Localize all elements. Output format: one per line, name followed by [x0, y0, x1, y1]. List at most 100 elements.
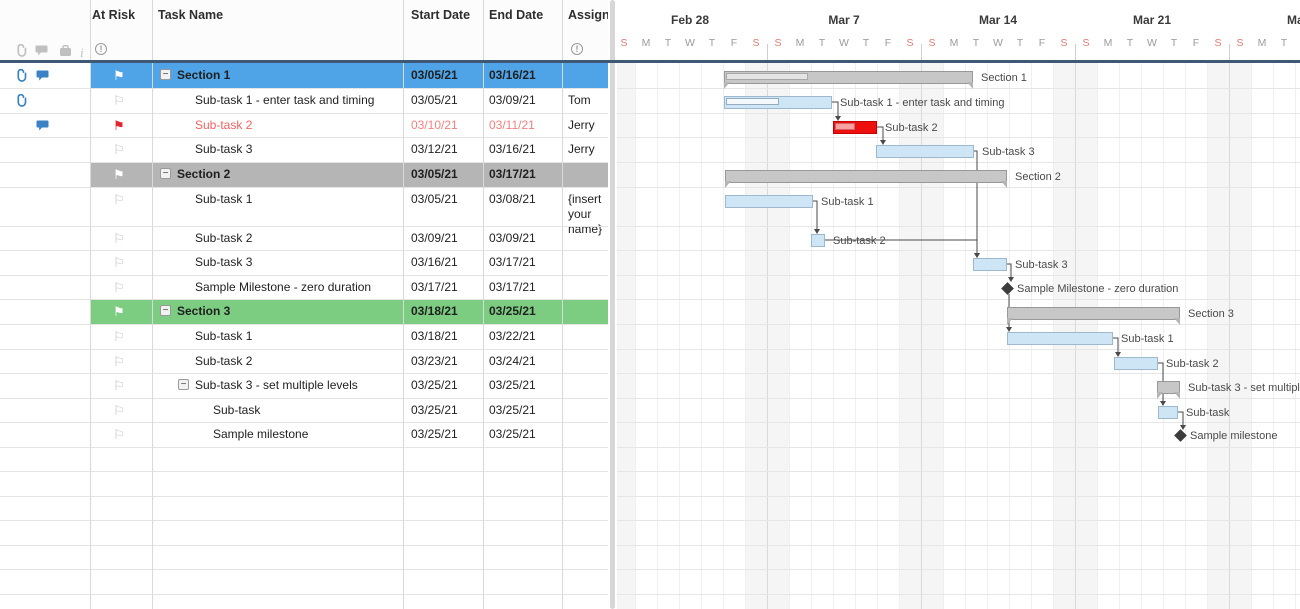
end-date-cell[interactable]: 03/08/21	[489, 192, 555, 206]
collapse-toggle[interactable]: −	[160, 305, 171, 316]
at-risk-flag-icon[interactable]: ⚑	[113, 69, 125, 82]
task-name-cell[interactable]: Sub-task 2	[195, 231, 400, 245]
empty-table-row[interactable]	[0, 594, 608, 609]
gantt-bar[interactable]	[1007, 307, 1180, 320]
assigned-cell[interactable]: Tom	[568, 93, 608, 108]
end-date-cell[interactable]: 03/09/21	[489, 93, 555, 107]
at-risk-flag-icon[interactable]: ⚐	[113, 404, 125, 417]
assigned-cell[interactable]: Jerry	[568, 142, 608, 157]
at-risk-flag-icon[interactable]: ⚐	[113, 330, 125, 343]
task-name-cell[interactable]: Sub-task	[213, 403, 400, 417]
column-header-task-name[interactable]: Task Name	[158, 8, 398, 22]
end-date-cell[interactable]: 03/24/21	[489, 354, 555, 368]
table-row[interactable]: ⚐ Sub-task 2 03/09/21 03/09/21	[0, 226, 608, 250]
task-name-cell[interactable]: Sub-task 1 - enter task and timing	[195, 93, 400, 107]
gantt-bar[interactable]	[1007, 332, 1113, 345]
table-row[interactable]: ⚐Sub-task03/25/2103/25/21	[0, 398, 608, 422]
start-date-cell[interactable]: 03/25/21	[411, 403, 477, 417]
at-risk-flag-icon[interactable]: ⚑	[113, 119, 125, 132]
gantt-bar[interactable]	[1158, 406, 1178, 419]
end-date-cell[interactable]: 03/17/21	[489, 167, 555, 181]
end-date-cell[interactable]: 03/25/21	[489, 427, 555, 441]
end-date-cell[interactable]: 03/17/21	[489, 255, 555, 269]
panel-splitter[interactable]	[608, 0, 617, 609]
table-row[interactable]: ⚐Sub-task 303/12/2103/16/21Jerry	[0, 137, 608, 162]
start-date-cell[interactable]: 03/05/21	[411, 93, 477, 107]
gantt-bar[interactable]	[724, 96, 832, 109]
comment-icon[interactable]	[36, 119, 49, 137]
empty-table-row[interactable]	[0, 447, 608, 471]
end-date-cell[interactable]: 03/11/21	[489, 118, 555, 132]
empty-table-row[interactable]	[0, 471, 608, 496]
at-risk-flag-icon[interactable]: ⚐	[113, 256, 125, 269]
gantt-bar[interactable]	[725, 195, 813, 208]
table-row[interactable]: ⚐ Sub-task 3 03/16/21 03/17/21	[0, 250, 608, 275]
table-row[interactable]: ⚑−Section 103/05/2103/16/21	[0, 63, 608, 88]
column-header-at-risk[interactable]: At Risk	[92, 8, 150, 23]
splitter-handle[interactable]	[610, 0, 615, 609]
table-row[interactable]: ⚐Sample milestone03/25/2103/25/21	[0, 422, 608, 447]
task-name-cell[interactable]: Sub-task 2	[195, 354, 400, 368]
gantt-timeline-header[interactable]: Feb 28Mar 7Mar 14Mar 21Mar 28SMTWTFSSMTW…	[617, 0, 1300, 63]
start-date-cell[interactable]: 03/18/21	[411, 304, 477, 318]
attachment-icon[interactable]	[14, 94, 27, 113]
task-name-cell[interactable]: Section 3	[177, 304, 400, 318]
gantt-bar[interactable]	[876, 145, 974, 158]
empty-table-row[interactable]	[0, 569, 608, 594]
start-date-cell[interactable]: 03/05/21	[411, 167, 477, 181]
column-header-start-date[interactable]: Start Date	[411, 8, 481, 22]
comment-icon[interactable]	[36, 69, 49, 87]
start-date-cell[interactable]: 03/17/21	[411, 280, 477, 294]
end-date-cell[interactable]: 03/25/21	[489, 378, 555, 392]
start-date-cell[interactable]: 03/05/21	[411, 68, 477, 82]
at-risk-flag-icon[interactable]: ⚐	[113, 143, 125, 156]
gantt-bar[interactable]	[811, 234, 825, 247]
at-risk-flag-icon[interactable]: ⚑	[113, 168, 125, 181]
task-name-cell[interactable]: Sub-task 1	[195, 192, 400, 206]
task-name-cell[interactable]: Sub-task 3 - set multiple levels	[195, 378, 400, 392]
start-date-cell[interactable]: 03/16/21	[411, 255, 477, 269]
task-name-cell[interactable]: Sub-task 3	[195, 142, 400, 156]
end-date-cell[interactable]: 03/25/21	[489, 304, 555, 318]
collapse-toggle[interactable]: −	[160, 69, 171, 80]
at-risk-flag-icon[interactable]: ⚑	[113, 305, 125, 318]
empty-table-row[interactable]	[0, 496, 608, 520]
end-date-cell[interactable]: 03/16/21	[489, 68, 555, 82]
task-name-cell[interactable]: Sample Milestone - zero duration	[195, 280, 400, 294]
gantt-bar[interactable]	[1114, 357, 1158, 370]
start-date-cell[interactable]: 03/25/21	[411, 378, 477, 392]
at-risk-flag-icon[interactable]: ⚐	[113, 379, 125, 392]
table-row[interactable]: ⚑Sub-task 203/10/2103/11/21Jerry	[0, 113, 608, 137]
collapse-toggle[interactable]: −	[160, 168, 171, 179]
empty-table-row[interactable]	[0, 520, 608, 545]
empty-table-row[interactable]	[0, 545, 608, 569]
table-row[interactable]: ⚐Sub-task 103/18/2103/22/21	[0, 324, 608, 349]
start-date-cell[interactable]: 03/18/21	[411, 329, 477, 343]
gantt-bar[interactable]	[1157, 381, 1180, 394]
end-date-cell[interactable]: 03/22/21	[489, 329, 555, 343]
task-name-cell[interactable]: Section 2	[177, 167, 400, 181]
end-date-cell[interactable]: 03/16/21	[489, 142, 555, 156]
column-header-assigned[interactable]: Assigned	[568, 8, 608, 22]
at-risk-flag-icon[interactable]: ⚐	[113, 193, 125, 206]
start-date-cell[interactable]: 03/23/21	[411, 354, 477, 368]
start-date-cell[interactable]: 03/10/21	[411, 118, 477, 132]
start-date-cell[interactable]: 03/25/21	[411, 427, 477, 441]
task-name-cell[interactable]: Sub-task 3	[195, 255, 400, 269]
table-row[interactable]: ⚐Sample Milestone - zero duration03/17/2…	[0, 275, 608, 299]
at-risk-flag-icon[interactable]: ⚐	[113, 428, 125, 441]
column-header-end-date[interactable]: End Date	[489, 8, 559, 22]
at-risk-flag-icon[interactable]: ⚐	[113, 355, 125, 368]
gantt-bar[interactable]	[724, 71, 973, 84]
table-row[interactable]: ⚑ −Section 3 03/18/21 03/25/21	[0, 299, 608, 324]
at-risk-flag-icon[interactable]: ⚐	[113, 94, 125, 107]
table-row[interactable]: ⚐Sub-task 103/05/2103/08/21{insert your …	[0, 187, 608, 226]
end-date-cell[interactable]: 03/09/21	[489, 231, 555, 245]
table-row[interactable]: ⚐−Sub-task 3 - set multiple levels03/25/…	[0, 373, 608, 398]
table-row[interactable]: ⚐ Sub-task 1 - enter task and timing 03/05…	[0, 88, 608, 113]
start-date-cell[interactable]: 03/09/21	[411, 231, 477, 245]
at-risk-flag-icon[interactable]: ⚐	[113, 232, 125, 245]
start-date-cell[interactable]: 03/05/21	[411, 192, 477, 206]
table-row[interactable]: ⚐ Sub-task 2 03/23/21 03/24/21	[0, 349, 608, 373]
table-row[interactable]: ⚑ −Section 2 03/05/21 03/17/21	[0, 162, 608, 187]
